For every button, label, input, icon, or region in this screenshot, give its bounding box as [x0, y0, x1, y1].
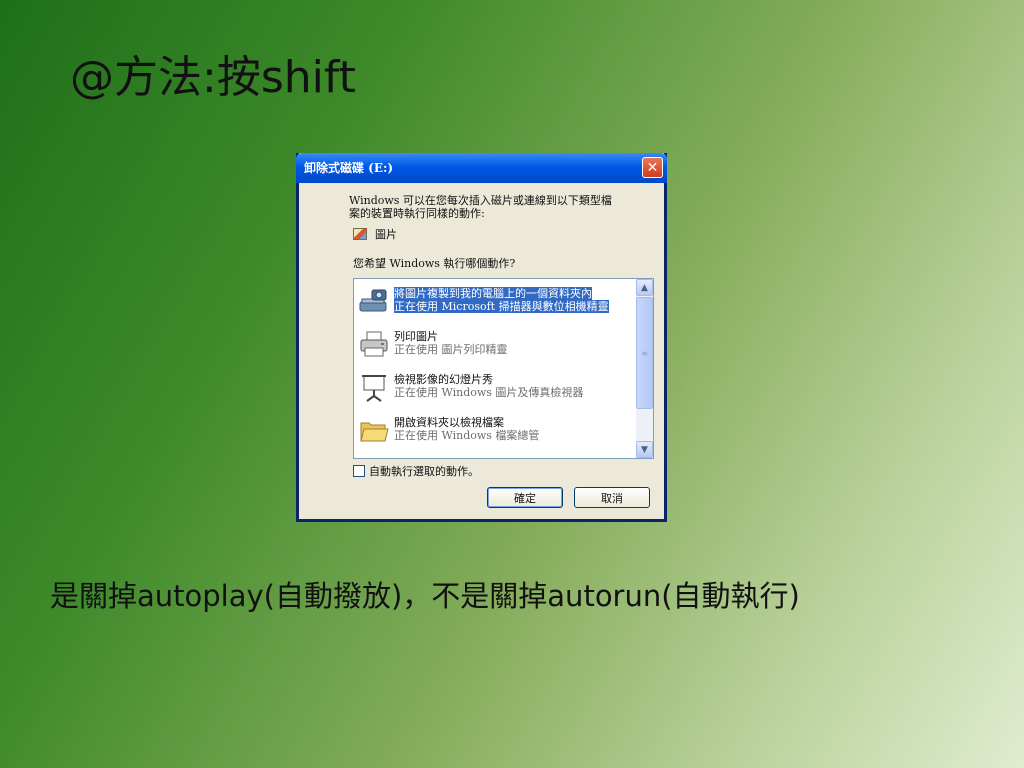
list-item-copy-pictures[interactable]: 將圖片複製到我的電腦上的一個資料夾內 正在使用 Microsoft 掃描器與數位… — [356, 281, 636, 321]
content-type-row: 圖片 — [353, 226, 397, 242]
list-scrollbar[interactable]: ▲ ≡ ▼ — [636, 279, 653, 458]
action-label: 將圖片複製到我的電腦上的一個資料夾內 — [394, 287, 592, 300]
always-do-checkbox[interactable] — [353, 465, 365, 477]
scroll-thumb[interactable]: ≡ — [636, 297, 653, 409]
dialog-intro: Windows 可以在您每次插入磁片或連線到以下類型檔 案的裝置時執行同樣的動作… — [349, 194, 649, 220]
slide-title: @方法:按shift — [70, 52, 356, 103]
scroll-up-button[interactable]: ▲ — [636, 279, 653, 296]
action-label: 開啟資料夾以檢視檔案 — [394, 416, 504, 429]
chevron-up-icon: ▲ — [641, 282, 648, 293]
action-text: 開啟資料夾以檢視檔案 正在使用 Windows 檔案總管 — [394, 416, 539, 442]
action-text: 將圖片複製到我的電腦上的一個資料夾內 正在使用 Microsoft 掃描器與數位… — [394, 287, 609, 313]
close-button[interactable]: ✕ — [642, 157, 663, 178]
chevron-down-icon: ▼ — [641, 444, 648, 455]
scanner-camera-icon — [359, 289, 387, 312]
cancel-button[interactable]: 取消 — [574, 487, 650, 508]
grip-icon: ≡ — [641, 348, 648, 358]
autoplay-dialog: 卸除式磁碟 (E:) ✕ Windows 可以在您每次插入磁片或連線到以下類型檔… — [296, 153, 667, 522]
intro-line-2: 案的裝置時執行同樣的動作: — [349, 207, 485, 220]
action-program: 正在使用 Windows 檔案總管 — [394, 429, 540, 442]
projector-screen-icon — [362, 375, 386, 402]
action-text: 檢視影像的幻燈片秀 正在使用 Windows 圖片及傳真檢視器 — [394, 373, 583, 399]
action-program: 正在使用 圖片列印精靈 — [394, 343, 508, 356]
always-do-label[interactable]: 自動執行選取的動作。 — [369, 463, 479, 479]
printer-icon — [360, 331, 388, 357]
action-prompt: 您希望 Windows 執行哪個動作? — [353, 257, 516, 270]
action-text: 列印圖片 正在使用 圖片列印精靈 — [394, 330, 508, 356]
action-program: 正在使用 Windows 圖片及傳真檢視器 — [394, 386, 584, 399]
always-do-row: 自動執行選取的動作。 — [353, 464, 479, 478]
action-label: 列印圖片 — [394, 330, 438, 343]
action-program: 正在使用 Microsoft 掃描器與數位相機精靈 — [394, 300, 609, 313]
dialog-title: 卸除式磁碟 (E:) — [304, 161, 394, 175]
ok-button[interactable]: 確定 — [487, 487, 563, 508]
list-item-open-folder[interactable]: 開啟資料夾以檢視檔案 正在使用 Windows 檔案總管 — [356, 410, 636, 450]
intro-line-1: Windows 可以在您每次插入磁片或連線到以下類型檔 — [349, 194, 612, 207]
close-icon: ✕ — [646, 159, 659, 176]
content-type-label: 圖片 — [375, 228, 397, 241]
dialog-titlebar[interactable]: 卸除式磁碟 (E:) ✕ — [296, 153, 667, 183]
list-item-slideshow[interactable]: 檢視影像的幻燈片秀 正在使用 Windows 圖片及傳真檢視器 — [356, 367, 636, 407]
folder-icon — [360, 422, 389, 442]
action-label: 檢視影像的幻燈片秀 — [394, 373, 493, 386]
picture-icon — [353, 228, 367, 240]
list-item-print-pictures[interactable]: 列印圖片 正在使用 圖片列印精靈 — [356, 324, 636, 364]
action-list[interactable]: 將圖片複製到我的電腦上的一個資料夾內 正在使用 Microsoft 掃描器與數位… — [353, 278, 654, 459]
slide-caption: 是關掉autoplay(自動撥放)，不是關掉autorun(自動執行) — [50, 579, 800, 613]
scroll-down-button[interactable]: ▼ — [636, 441, 653, 458]
